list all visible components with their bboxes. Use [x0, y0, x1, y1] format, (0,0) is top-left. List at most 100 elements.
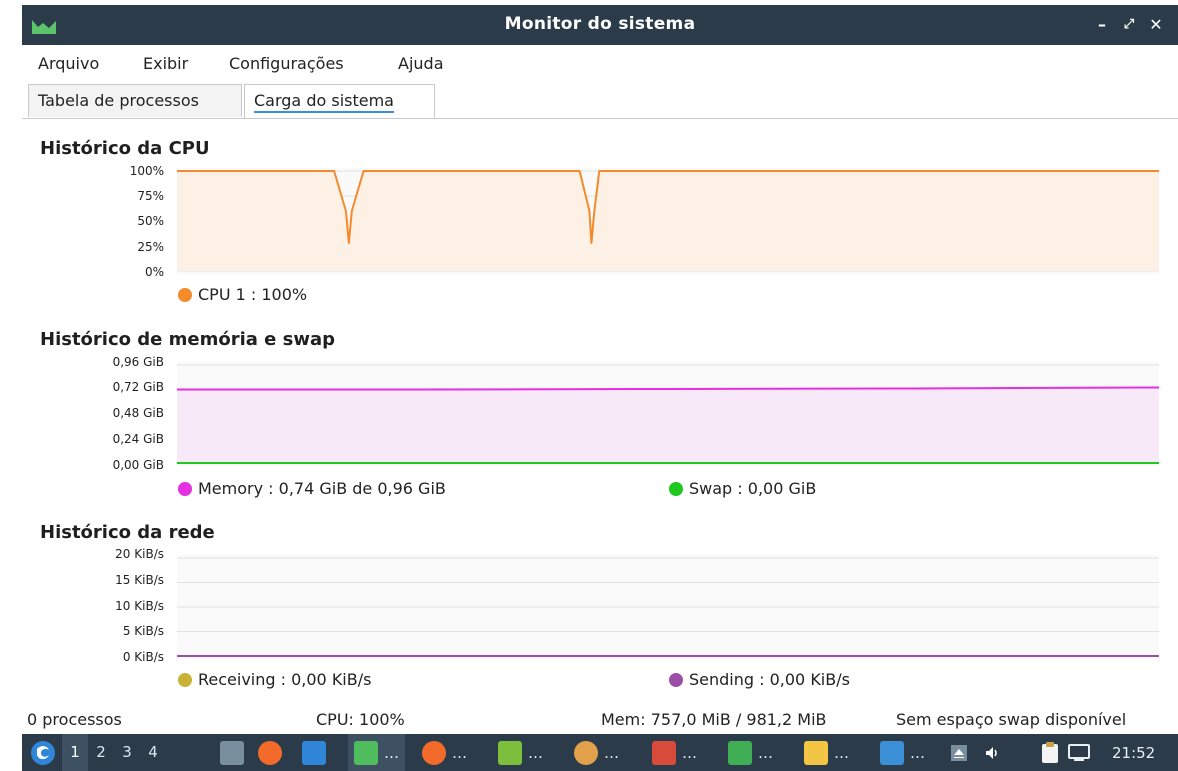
firefox-task-icon: [422, 740, 446, 765]
memory-ytick-1: 0,72 GiB: [112, 380, 164, 394]
taskbar-file-manager[interactable]: [220, 734, 244, 771]
menu-arquivo[interactable]: Arquivo: [38, 54, 99, 73]
title-bar: Monitor do sistema – ⤢ ✕: [0, 0, 1178, 48]
swap-legend-label: Swap : 0,00 GiB: [689, 479, 817, 498]
memory-history-chart: [177, 362, 1159, 466]
network-ytick-0: 0 KiB/s: [122, 650, 164, 664]
tab-process-table[interactable]: Tabela de processos: [28, 84, 242, 117]
volume-icon: [986, 746, 997, 759]
desktop-icon: [302, 740, 326, 765]
tab-process-table-label: Tabela de processos: [38, 91, 199, 110]
taskbar-task-draw[interactable]: …: [804, 734, 849, 771]
cpu-ytick-25: 25%: [137, 240, 164, 254]
workspace-2[interactable]: 2: [88, 734, 114, 771]
file-manager-icon: [220, 740, 244, 765]
title-bar-background: Monitor do sistema – ⤢ ✕: [22, 5, 1178, 45]
memory-legend-label: Memory : 0,74 GiB de 0,96 GiB: [198, 479, 446, 498]
cpu-history-chart: [177, 168, 1159, 274]
task-ellipsis: …: [528, 743, 543, 762]
sending-legend: Sending : 0,00 KiB/s: [669, 670, 850, 689]
workspace-1[interactable]: 1: [62, 734, 88, 771]
cpu-ytick-75: 75%: [137, 189, 164, 203]
cpu-section-title: Histórico da CPU: [40, 138, 210, 159]
network-ytick-5: 5 KiB/s: [122, 624, 164, 638]
network-status-button[interactable]: [1068, 734, 1090, 771]
clipboard-icon: [1042, 741, 1058, 763]
network-ytick-20: 20 KiB/s: [115, 547, 164, 561]
task-ellipsis: …: [384, 743, 399, 762]
workspace-4[interactable]: 4: [140, 734, 166, 771]
taskbar: 1 2 3 4 … … … … … … … … 21:52: [22, 734, 1178, 771]
status-processes: 0 processos: [27, 710, 122, 729]
minimize-button[interactable]: –: [1090, 13, 1114, 37]
network-status-icon: [1068, 743, 1090, 761]
sending-legend-dot: [669, 673, 683, 687]
receiving-legend-dot: [178, 673, 192, 687]
window-title: Monitor do sistema: [504, 14, 696, 34]
menu-exibir[interactable]: Exibir: [143, 54, 188, 73]
spreadsheet-icon: [728, 740, 752, 765]
start-menu-icon: [31, 740, 55, 765]
gimp-icon: [574, 740, 598, 765]
taskbar-task-network[interactable]: …: [652, 734, 697, 771]
receiving-legend: Receiving : 0,00 KiB/s: [178, 670, 371, 689]
cpu-legend-label: CPU 1 : 100%: [198, 285, 308, 304]
task-ellipsis: …: [758, 743, 773, 762]
close-button[interactable]: ✕: [1144, 13, 1168, 37]
eject-icon: [951, 744, 967, 761]
tab-bar: Tabela de processos Carga do sistema: [22, 84, 1178, 119]
task-ellipsis: …: [452, 743, 467, 762]
network-ytick-15: 15 KiB/s: [115, 573, 164, 587]
clipboard-button[interactable]: [1038, 734, 1062, 771]
document-icon: [880, 740, 904, 765]
status-swap: Sem espaço swap disponível: [896, 710, 1127, 729]
taskbar-desktop[interactable]: [302, 734, 326, 771]
firefox-icon: [258, 740, 282, 765]
menu-configuracoes[interactable]: Configurações: [229, 54, 344, 73]
system-monitor-task-icon: [354, 740, 378, 765]
receiving-legend-label: Receiving : 0,00 KiB/s: [198, 670, 372, 689]
status-memory: Mem: 757,0 MiB / 981,2 MiB: [601, 710, 827, 729]
network-tool-icon: [652, 740, 676, 765]
series-area: [177, 387, 1159, 463]
clock[interactable]: 21:52: [1112, 734, 1155, 771]
workspace-3[interactable]: 3: [114, 734, 140, 771]
taskbar-task-system-monitor[interactable]: …: [348, 734, 405, 771]
taskbar-task-android[interactable]: …: [498, 734, 543, 771]
swap-legend: Swap : 0,00 GiB: [669, 479, 816, 498]
tab-system-load[interactable]: Carga do sistema: [244, 84, 435, 118]
taskbar-task-writer[interactable]: …: [880, 734, 925, 771]
memory-ytick-0: 0,96 GiB: [112, 355, 164, 369]
cpu-legend-dot: [178, 288, 192, 302]
network-ytick-10: 10 KiB/s: [115, 599, 164, 613]
memory-section-title: Histórico de memória e swap: [40, 329, 336, 350]
taskbar-firefox-launcher[interactable]: [258, 734, 282, 771]
menu-bar: Arquivo Exibir Configurações Ajuda: [0, 48, 1178, 80]
task-ellipsis: …: [682, 743, 697, 762]
memory-ytick-2: 0,48 GiB: [112, 406, 164, 420]
task-ellipsis: …: [834, 743, 849, 762]
taskbar-task-firefox[interactable]: …: [422, 734, 467, 771]
task-ellipsis: …: [910, 743, 925, 762]
start-menu-button[interactable]: [30, 734, 56, 771]
swap-legend-dot: [669, 482, 683, 496]
memory-ytick-3: 0,24 GiB: [112, 432, 164, 446]
android-icon: [498, 740, 522, 765]
memory-ytick-4: 0,00 GiB: [112, 458, 164, 472]
cpu-legend: CPU 1 : 100%: [178, 285, 307, 304]
series-area: [177, 171, 1159, 271]
eject-button[interactable]: [950, 734, 968, 771]
cpu-ytick-0: 0%: [144, 265, 164, 279]
cpu-ytick-100: 100%: [129, 164, 164, 178]
sending-legend-label: Sending : 0,00 KiB/s: [689, 670, 850, 689]
taskbar-task-gimp[interactable]: …: [574, 734, 619, 771]
maximize-button[interactable]: ⤢: [1117, 13, 1141, 37]
drawing-icon: [804, 740, 828, 765]
memory-legend-dot: [178, 482, 192, 496]
menu-ajuda[interactable]: Ajuda: [398, 54, 444, 73]
network-section-title: Histórico da rede: [40, 522, 215, 543]
volume-button[interactable]: [984, 734, 1000, 771]
status-cpu: CPU: 100%: [316, 710, 405, 729]
task-ellipsis: …: [604, 743, 619, 762]
taskbar-task-calc[interactable]: …: [728, 734, 773, 771]
